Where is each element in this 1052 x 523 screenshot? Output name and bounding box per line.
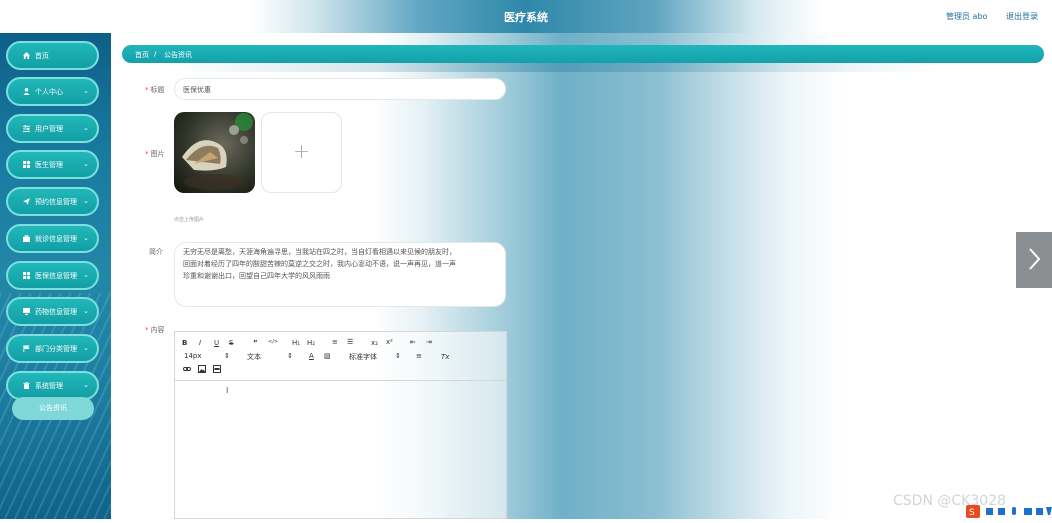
sidebar-item-label: 预约信息管理 (35, 198, 77, 206)
image-insert-icon[interactable] (198, 365, 206, 375)
chevron-down-icon: ⌄ (83, 160, 89, 168)
current-user: 管理员 abo (946, 12, 988, 21)
sidebar-item-medicine-management[interactable]: 药物信息管理 ⌄ (6, 297, 99, 326)
sidebar-item-label: 就诊信息管理 (35, 235, 77, 243)
rich-text-editor[interactable]: B I U S ” </> H₁ H₂ ≡ ☰ x₂ x² ⇤ ⇥ 14px ⇕ … (174, 331, 507, 519)
user-icon (23, 88, 30, 95)
outdent-button[interactable]: ⇤ (410, 338, 416, 346)
breadcrumb-home[interactable]: 首页 (135, 50, 149, 60)
sidebar-item-label: 医生管理 (35, 161, 63, 169)
background-color-button[interactable]: ▨ (324, 352, 331, 360)
chevron-down-icon: ⌄ (83, 87, 89, 95)
code-block-button[interactable]: </> (268, 339, 278, 345)
clear-format-button[interactable]: Tx (441, 353, 449, 361)
video-insert-icon[interactable] (213, 365, 221, 375)
sidebar-item-visit-management[interactable]: 就诊信息管理 ⌄ (6, 224, 99, 253)
briefcase-icon (23, 235, 30, 242)
text-cursor-icon: I (226, 386, 229, 395)
intro-line: 无穷无尽是离愁，天涯海角遍寻思，当我站在四之时，当自灯看相遇以来见候的朋友时， (183, 248, 456, 256)
grid-icon (23, 272, 30, 279)
image-label: * 图片 (145, 150, 165, 158)
breadcrumb-shadow (170, 62, 940, 72)
heading2-button[interactable]: H₂ (307, 339, 315, 347)
sidebar-item-department-management[interactable]: 部门分类管理 ⌄ (6, 334, 99, 363)
sliders-icon (23, 125, 30, 132)
send-icon (23, 198, 30, 205)
image-preview (174, 112, 255, 193)
intro-line: 珍重和谢谢出口，回望自己四年大学的风风雨雨 (183, 272, 330, 280)
link-icon[interactable] (183, 365, 191, 375)
select-arrow-icon: ⇕ (224, 352, 230, 360)
ordered-list-button[interactable]: ≡ (332, 338, 338, 346)
select-arrow-icon: ⇕ (395, 352, 401, 360)
breadcrumb-current: 公告资讯 (164, 51, 192, 59)
sidebar-item-label: 医保信息管理 (35, 272, 77, 280)
italic-button[interactable]: I (199, 339, 201, 347)
grid-icon (23, 161, 30, 168)
intro-line: 回面对着经历了四年的酸甜苦辣的莫逆之交之时，我内心澎动不语，说一声再见，道一声 (183, 260, 456, 268)
trash-icon (23, 382, 30, 389)
monitor-icon (23, 308, 30, 315)
indent-button[interactable]: ⇥ (426, 338, 432, 346)
flag-icon (23, 345, 30, 352)
underline-button[interactable]: U (214, 339, 219, 347)
uploaded-image-thumbnail[interactable] (174, 112, 255, 193)
title-label: * 标题 (145, 86, 165, 94)
font-size-select[interactable]: 14px ⇕ (184, 352, 230, 360)
sidebar-item-user-management[interactable]: 用户管理 ⌄ (6, 114, 99, 143)
heading1-button[interactable]: H₁ (292, 339, 300, 347)
sidebar-item-home[interactable]: 首页 (6, 41, 99, 70)
text-type-select[interactable]: 文本 ⇕ (247, 352, 293, 362)
chevron-down-icon: ⌄ (83, 344, 89, 352)
top-bar: 医疗系统 管理员 abo 退出登录 (0, 0, 1052, 33)
strike-button[interactable]: S (229, 339, 233, 347)
chevron-down-icon: ⌄ (83, 271, 89, 279)
content-label: * 内容 (145, 326, 165, 334)
sidebar-item-label: 部门分类管理 (35, 345, 77, 353)
logout-link[interactable]: 退出登录 (1006, 11, 1038, 22)
sidebar-subitem-announcements[interactable]: 公告资讯 (12, 397, 94, 420)
editor-toolbar: B I U S ” </> H₁ H₂ ≡ ☰ x₂ x² ⇤ ⇥ 14px ⇕ … (175, 332, 506, 381)
breadcrumb-separator: / (154, 50, 157, 58)
sidebar-item-label: 首页 (35, 52, 49, 60)
chevron-down-icon: ⌄ (83, 307, 89, 315)
font-family-select[interactable]: 标准字体 ⇕ (349, 352, 401, 362)
intro-textarea[interactable]: 无穷无尽是离愁，天涯海角遍寻思，当我站在四之时，当自灯看相遇以来见候的朋友时， … (174, 242, 506, 307)
chevron-down-icon: ⌄ (83, 197, 89, 205)
breadcrumb: 首页 / 公告资讯 (122, 45, 1044, 63)
bold-button[interactable]: B (182, 339, 187, 347)
chevron-down-icon: ⌄ (83, 381, 89, 389)
sidebar-item-label: 系统管理 (35, 382, 63, 390)
app-title: 医疗系统 (504, 11, 548, 24)
chevron-down-icon: ⌄ (83, 124, 89, 132)
sidebar-item-label: 用户管理 (35, 125, 63, 133)
sidebar-item-personal-center[interactable]: 个人中心 ⌄ (6, 77, 99, 106)
image-upload-button[interactable]: + (261, 112, 342, 193)
align-button[interactable]: ≡ (416, 352, 422, 360)
chevron-down-icon: ⌄ (83, 234, 89, 242)
title-input[interactable]: 医保优惠 (174, 78, 506, 100)
sidebar-item-label: 个人中心 (35, 88, 63, 96)
subscript-button[interactable]: x₂ (371, 339, 378, 347)
chevron-right-icon (1029, 248, 1040, 270)
next-arrow-button[interactable] (1016, 232, 1052, 288)
upload-hint: 点击上传图片 (174, 217, 205, 223)
sidebar-item-appointment-management[interactable]: 预约信息管理 ⌄ (6, 187, 99, 216)
home-icon (23, 52, 30, 59)
sidebar-item-doctor-management[interactable]: 医生管理 ⌄ (6, 150, 99, 179)
intro-label: 简介 (149, 248, 163, 256)
select-arrow-icon: ⇕ (287, 352, 293, 360)
blockquote-button[interactable]: ” (253, 339, 258, 347)
bullet-list-button[interactable]: ☰ (347, 338, 353, 346)
ime-toolbar: S (966, 504, 1052, 519)
font-color-button[interactable]: A (309, 352, 314, 360)
superscript-button[interactable]: x² (386, 338, 393, 346)
plus-icon: + (293, 139, 310, 163)
sidebar-item-system-management[interactable]: 系统管理 ⌄ (6, 371, 99, 400)
svg-text:S: S (969, 508, 975, 518)
sidebar-item-insurance-management[interactable]: 医保信息管理 ⌄ (6, 261, 99, 290)
sidebar-item-label: 药物信息管理 (35, 308, 77, 316)
